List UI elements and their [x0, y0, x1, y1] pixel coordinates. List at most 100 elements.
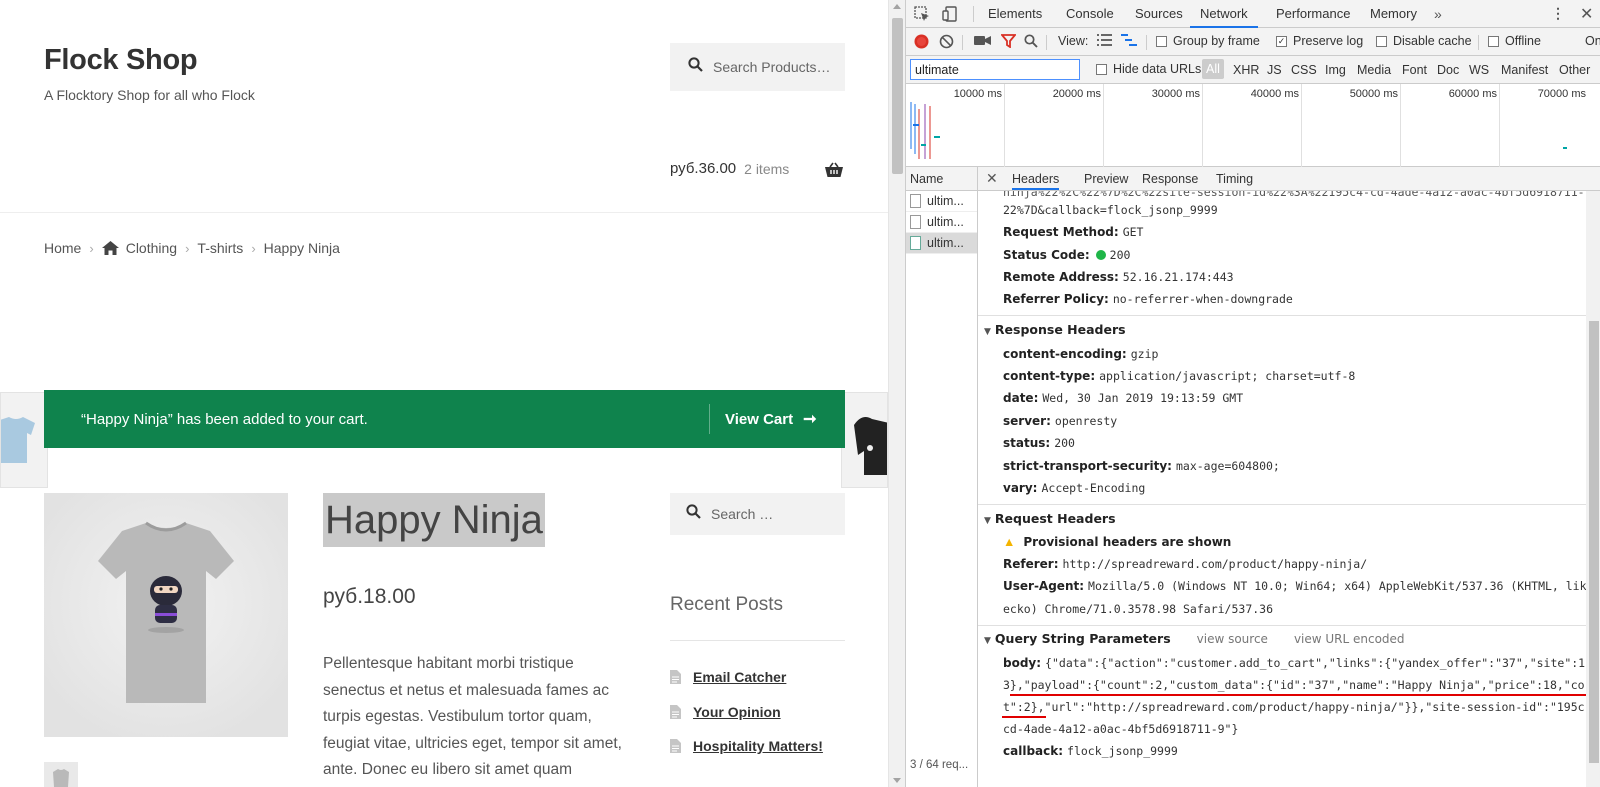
search-icon[interactable]	[1024, 34, 1038, 48]
product-thumbnail-next[interactable]	[841, 392, 888, 488]
tab-headers[interactable]: Headers	[1012, 172, 1060, 190]
scrollbar-thumb[interactable]	[892, 18, 903, 174]
filter-type-other[interactable]: Other	[1559, 63, 1590, 77]
response-header-row: content-type: application/javascript; cha…	[1003, 369, 1355, 383]
clear-icon[interactable]	[939, 34, 954, 49]
record-icon[interactable]	[914, 34, 929, 49]
header-value: application/javascript; charset=utf-8	[1099, 369, 1356, 383]
view-url-encoded-link[interactable]: view URL encoded	[1294, 632, 1405, 646]
breadcrumb-home[interactable]: Home	[44, 240, 81, 256]
request-list-header[interactable]: Name	[906, 167, 977, 191]
recent-post-item: Hospitality Matters!	[670, 729, 823, 764]
remote-address-value: 52.16.21.174:443	[1122, 270, 1234, 284]
filter-type-doc[interactable]: Doc	[1437, 63, 1459, 77]
filter-type-ws[interactable]: WS	[1469, 63, 1489, 77]
waterfall-view-icon[interactable]	[1121, 34, 1137, 46]
tab-elements[interactable]: Elements	[988, 0, 1042, 28]
product-thumbnail[interactable]	[44, 762, 78, 787]
headers-content: ninja%22%2C%22%7D%2C%22site-session-id%2…	[978, 191, 1586, 787]
detail-scrollbar[interactable]	[1586, 191, 1600, 787]
disable-cache-checkbox[interactable]: Disable cache	[1376, 34, 1472, 48]
close-icon[interactable]: ✕	[986, 170, 998, 187]
callback-value: flock_jsonp_9999	[1067, 744, 1178, 758]
large-rows-icon[interactable]	[1097, 34, 1112, 46]
product-thumbnail-prev[interactable]	[0, 392, 48, 488]
user-agent-key: User-Agent:	[1003, 579, 1085, 593]
view-source-link[interactable]: view source	[1197, 632, 1268, 646]
header-key: content-encoding:	[1003, 347, 1127, 361]
network-timeline-overview[interactable]: 10000 ms 20000 ms 30000 ms 40000 ms 5000…	[906, 84, 1600, 167]
inspect-element-icon[interactable]	[914, 6, 930, 25]
sidebar-search-input[interactable]: Search …	[670, 493, 845, 535]
highlight-underline	[1002, 716, 1046, 718]
throttling-select[interactable]: On	[1585, 34, 1600, 48]
screenshot-capture-icon[interactable]	[974, 34, 991, 47]
tab-performance[interactable]: Performance	[1276, 0, 1350, 28]
recent-post-link[interactable]: Your Opinion	[693, 704, 781, 720]
page-scrollbar[interactable]	[888, 0, 905, 787]
disable-cache-label: Disable cache	[1393, 34, 1472, 48]
filter-type-xhr[interactable]: XHR	[1233, 63, 1259, 77]
section-divider	[978, 315, 1586, 316]
tab-memory[interactable]: Memory	[1370, 0, 1417, 28]
breadcrumb-clothing[interactable]: Clothing	[126, 240, 177, 256]
request-row[interactable]: ultim...	[906, 212, 977, 233]
hide-data-urls-checkbox[interactable]: Hide data URLs	[1096, 62, 1201, 76]
request-row-selected[interactable]: ultim...	[906, 233, 977, 254]
offline-checkbox[interactable]: Offline	[1488, 34, 1541, 48]
cart-summary[interactable]: руб.36.00 2 items	[670, 160, 789, 177]
response-header-row: status: 200	[1003, 436, 1075, 450]
scrollbar-thumb[interactable]	[1589, 321, 1599, 763]
product-search-input[interactable]: Search Products…	[670, 43, 845, 91]
tab-preview[interactable]: Preview	[1084, 172, 1128, 186]
request-headers-section[interactable]: ▼ Request Headers	[984, 511, 1116, 526]
network-toolbar: View: Group by frame ✓ Preserve log Disab…	[906, 28, 1600, 56]
group-by-frame-checkbox[interactable]: Group by frame	[1156, 34, 1260, 48]
view-cart-label: View Cart	[725, 410, 794, 428]
response-header-row: content-encoding: gzip	[1003, 347, 1158, 361]
site-title[interactable]: Flock Shop	[44, 44, 198, 77]
added-to-cart-notice: “Happy Ninja” has been added to your car…	[44, 390, 845, 448]
request-row[interactable]: ultim...	[906, 191, 977, 212]
recent-post-item: Email Catcher	[670, 660, 823, 695]
timeline-bars	[910, 102, 1567, 159]
tab-timing[interactable]: Timing	[1216, 172, 1253, 186]
filter-type-css[interactable]: CSS	[1291, 63, 1317, 77]
filter-type-js[interactable]: JS	[1267, 63, 1282, 77]
tab-sources[interactable]: Sources	[1135, 0, 1183, 28]
checkmark-icon: ✓	[1276, 35, 1287, 47]
response-header-row: strict-transport-security: max-age=604800…	[1003, 459, 1280, 473]
more-tabs-icon[interactable]: »	[1434, 6, 1442, 22]
device-toolbar-icon[interactable]	[942, 6, 958, 25]
response-headers-section[interactable]: ▼ Response Headers	[984, 322, 1126, 337]
tab-network[interactable]: Network	[1190, 0, 1258, 28]
recent-posts-list: Email Catcher Your Opinion Hospitality M…	[670, 660, 823, 764]
filter-type-font[interactable]: Font	[1402, 63, 1427, 77]
filter-type-manifest[interactable]: Manifest	[1501, 63, 1548, 77]
kebab-menu-icon[interactable]: ⋮	[1551, 5, 1565, 22]
header-value: gzip	[1130, 347, 1159, 361]
filter-type-all[interactable]: All	[1202, 59, 1224, 79]
body-key: body:	[1003, 656, 1042, 670]
filter-type-media[interactable]: Media	[1357, 63, 1391, 77]
tab-response[interactable]: Response	[1142, 172, 1198, 186]
recent-post-link[interactable]: Email Catcher	[693, 669, 786, 685]
filter-icon[interactable]	[1001, 34, 1016, 48]
header-key: server:	[1003, 414, 1051, 428]
header-key: status:	[1003, 436, 1051, 450]
breadcrumb-tshirts[interactable]: T-shirts	[197, 240, 243, 256]
product-image[interactable]	[44, 493, 288, 737]
tab-console[interactable]: Console	[1066, 0, 1114, 28]
scroll-down-icon[interactable]	[893, 778, 901, 783]
query-string-section[interactable]: ▼ Query String Parameters view source view …	[984, 631, 1405, 646]
filter-input[interactable]	[910, 59, 1080, 80]
body-value-line: 3},"payload":{"count":2,"custom_data":{"…	[1003, 678, 1585, 692]
search-icon	[688, 57, 703, 77]
filter-type-img[interactable]: Img	[1325, 63, 1346, 77]
recent-post-link[interactable]: Hospitality Matters!	[693, 738, 823, 754]
basket-icon[interactable]	[824, 162, 844, 184]
view-cart-button[interactable]: View Cart ➞	[725, 409, 817, 429]
close-icon[interactable]: ✕	[1580, 4, 1593, 24]
scroll-up-icon[interactable]	[893, 4, 901, 9]
preserve-log-checkbox[interactable]: ✓ Preserve log	[1276, 34, 1363, 48]
